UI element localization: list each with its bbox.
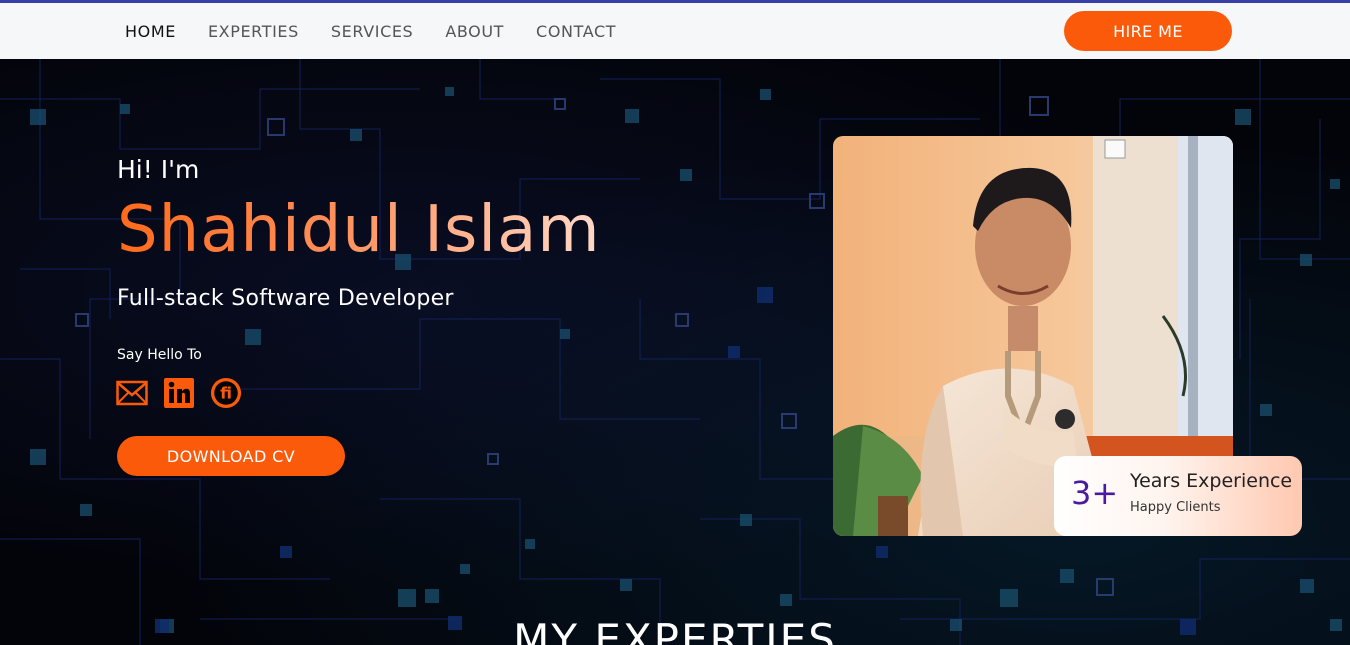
experience-number: 3+: [1071, 474, 1119, 512]
nav-about[interactable]: ABOUT: [445, 22, 504, 41]
say-hello-label: Say Hello To: [117, 347, 202, 363]
social-links: fi: [116, 377, 257, 409]
fiverr-icon[interactable]: fi: [210, 377, 242, 409]
svg-text:fi: fi: [220, 384, 232, 403]
hero-role: Full-stack Software Developer: [117, 286, 454, 311]
linkedin-icon[interactable]: [163, 377, 195, 409]
nav-services[interactable]: SERVICES: [331, 22, 413, 41]
nav-experties[interactable]: EXPERTIES: [208, 22, 299, 41]
nav-links: HOME EXPERTIES SERVICES ABOUT CONTACT: [125, 3, 648, 59]
nav-contact[interactable]: CONTACT: [536, 22, 616, 41]
download-cv-button[interactable]: DOWNLOAD CV: [117, 436, 345, 476]
hero-section: Hi! I'm Shahidul Islam Full-stack Softwa…: [0, 59, 1350, 645]
hero-name: Shahidul Islam: [117, 193, 601, 267]
section-title: MY EXPERTIES: [513, 615, 837, 645]
experience-subtitle: Happy Clients: [1130, 500, 1221, 515]
mail-icon[interactable]: [116, 377, 148, 409]
experience-title: Years Experience: [1130, 470, 1293, 492]
greeting-text: Hi! I'm: [117, 155, 200, 184]
navbar: HOME EXPERTIES SERVICES ABOUT CONTACT HI…: [0, 3, 1350, 59]
experience-card: 3+ Years Experience Happy Clients: [1054, 456, 1302, 536]
nav-home[interactable]: HOME: [125, 22, 176, 41]
hire-me-button[interactable]: HIRE ME: [1064, 11, 1232, 51]
